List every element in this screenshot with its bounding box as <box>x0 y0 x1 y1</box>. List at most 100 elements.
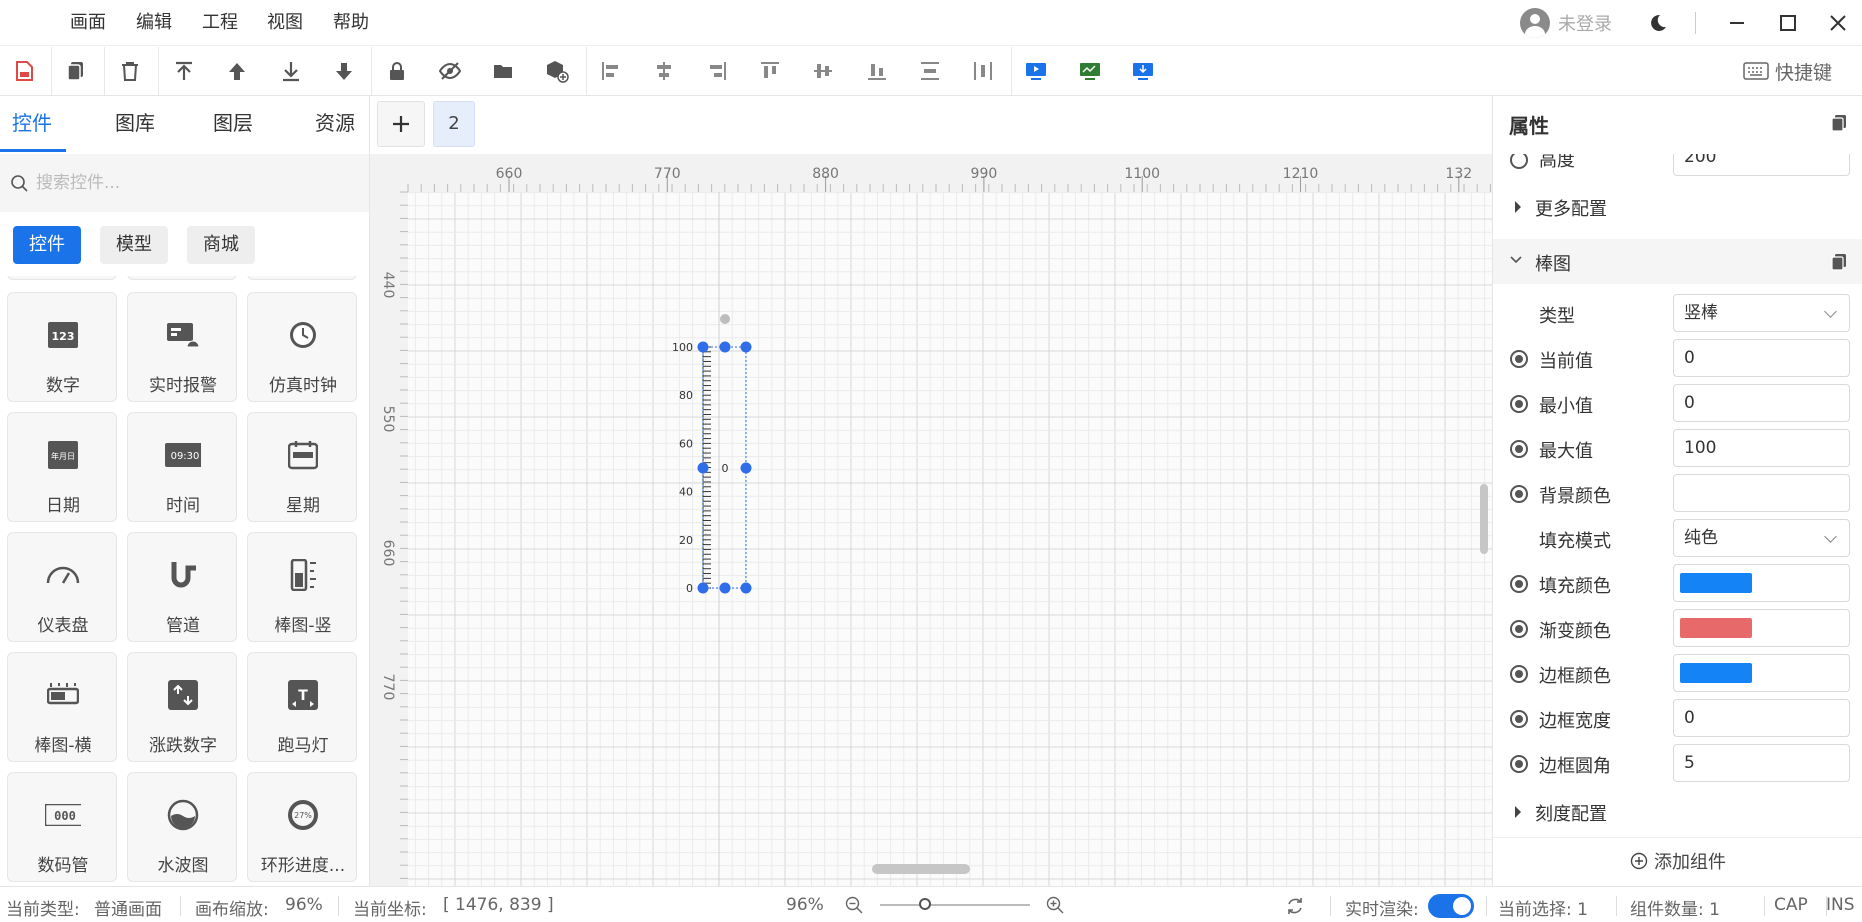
move-up-icon[interactable] <box>222 56 252 86</box>
add-component-button[interactable]: 添加组件 <box>1493 837 1862 883</box>
zoom-in-icon[interactable] <box>1046 896 1064 914</box>
property-input[interactable]: 100 <box>1673 429 1850 467</box>
close-icon[interactable] <box>1823 8 1853 38</box>
property-input[interactable]: 0 <box>1673 699 1850 737</box>
resize-handle[interactable] <box>740 462 752 474</box>
refresh-icon[interactable] <box>1285 896 1305 916</box>
resize-handle[interactable] <box>719 341 731 353</box>
tab-gallery[interactable]: 图库 <box>115 96 155 152</box>
horizontal-scrollbar[interactable] <box>872 864 970 874</box>
folder-icon[interactable] <box>488 56 518 86</box>
hide-icon[interactable] <box>435 56 465 86</box>
radio-icon[interactable] <box>1510 620 1528 638</box>
align-center-h-icon[interactable] <box>649 56 679 86</box>
zoom-out-icon[interactable] <box>845 896 863 914</box>
height-input[interactable]: 200 <box>1673 154 1850 176</box>
save-icon[interactable] <box>9 56 39 86</box>
radio-icon[interactable] <box>1510 485 1528 503</box>
widget-card[interactable]: 123 数字 <box>7 292 117 402</box>
widget-card[interactable]: 仪表盘 <box>7 532 117 642</box>
widget-card[interactable]: 棒图-横 <box>7 652 117 762</box>
widget-card[interactable]: 09:30 时间 <box>127 412 237 522</box>
property-input[interactable]: 0 <box>1673 339 1850 377</box>
download-screen-icon[interactable] <box>1128 56 1158 86</box>
widget-card[interactable]: T 跑马灯 <box>247 652 357 762</box>
radio-icon[interactable] <box>1510 350 1528 368</box>
widget-card[interactable]: 涨跌数字 <box>127 652 237 762</box>
property-input[interactable]: 0 <box>1673 384 1850 422</box>
resize-handle[interactable] <box>740 341 752 353</box>
zoom-slider-knob[interactable] <box>919 898 931 910</box>
widget-card[interactable]: 棒图-竖 <box>247 532 357 642</box>
scale-config-section[interactable]: 刻度配置 <box>1493 789 1862 834</box>
chip-controls[interactable]: 控件 <box>13 226 81 264</box>
widget-card[interactable]: 年月日 日期 <box>7 412 117 522</box>
align-top-icon[interactable] <box>755 56 785 86</box>
radio-icon[interactable] <box>1510 710 1528 728</box>
delete-icon[interactable] <box>115 56 145 86</box>
widget-card[interactable]: 水波图 <box>127 772 237 882</box>
align-bottom-icon[interactable] <box>862 56 892 86</box>
resize-handle[interactable] <box>697 582 709 594</box>
chip-store[interactable]: 商城 <box>187 226 255 264</box>
radio-icon[interactable] <box>1510 440 1528 458</box>
widget-card[interactable]: 27% 环形进度... <box>247 772 357 882</box>
color-picker[interactable] <box>1673 564 1850 602</box>
hotkey-button[interactable]: 快捷键 <box>1743 55 1832 87</box>
move-down-icon[interactable] <box>329 56 359 86</box>
color-picker[interactable] <box>1673 609 1850 647</box>
realtime-render-toggle[interactable] <box>1428 894 1474 918</box>
property-input[interactable]: 5 <box>1673 744 1850 782</box>
radio-icon[interactable] <box>1510 154 1528 169</box>
bar-section-header[interactable]: 棒图 <box>1493 239 1862 284</box>
minimize-icon[interactable] <box>1722 8 1752 38</box>
align-right-icon[interactable] <box>702 56 732 86</box>
distribute-vertical-icon[interactable] <box>915 56 945 86</box>
dark-mode-icon[interactable] <box>1643 8 1673 38</box>
resize-handle[interactable] <box>697 341 709 353</box>
align-left-icon[interactable] <box>596 56 626 86</box>
add-component-icon[interactable] <box>542 56 572 86</box>
user-login[interactable]: 未登录 <box>1520 7 1612 39</box>
menu-picture[interactable]: 画面 <box>70 0 106 46</box>
menu-project[interactable]: 工程 <box>202 0 238 46</box>
copy-icon[interactable] <box>1831 114 1847 132</box>
menu-help[interactable]: 帮助 <box>333 0 369 46</box>
widget-card[interactable]: 000 数码管 <box>7 772 117 882</box>
menu-view[interactable]: 视图 <box>267 0 303 46</box>
copy-icon[interactable] <box>1831 253 1847 271</box>
search-input[interactable] <box>36 173 336 193</box>
color-picker[interactable] <box>1673 654 1850 692</box>
chip-models[interactable]: 模型 <box>100 226 168 264</box>
page-tab[interactable]: 2 <box>433 101 475 147</box>
vertical-scrollbar[interactable] <box>1480 484 1488 554</box>
widget-card[interactable]: 仿真时钟 <box>247 292 357 402</box>
tab-resources[interactable]: 资源 <box>315 96 355 152</box>
widget-card[interactable]: 实时报警 <box>127 292 237 402</box>
property-input[interactable] <box>1673 474 1850 512</box>
align-middle-v-icon[interactable] <box>808 56 838 86</box>
resize-handle[interactable] <box>697 462 709 474</box>
property-select[interactable]: 竖棒 <box>1673 294 1850 332</box>
radio-icon[interactable] <box>1510 755 1528 773</box>
bring-to-top-icon[interactable] <box>169 56 199 86</box>
zoom-slider[interactable] <box>880 898 1030 910</box>
lock-icon[interactable] <box>382 56 412 86</box>
radio-icon[interactable] <box>1510 395 1528 413</box>
widget-card[interactable]: 星期 <box>247 412 357 522</box>
tab-controls[interactable]: 控件 <box>0 96 66 152</box>
preview-icon[interactable] <box>1021 56 1051 86</box>
resize-handle[interactable] <box>719 582 731 594</box>
menu-edit[interactable]: 编辑 <box>136 0 172 46</box>
distribute-horizontal-icon[interactable] <box>968 56 998 86</box>
copy-icon[interactable] <box>61 56 91 86</box>
property-select[interactable]: 纯色 <box>1673 519 1850 557</box>
more-config-section[interactable]: 更多配置 <box>1493 184 1862 229</box>
add-page-button[interactable] <box>377 101 425 147</box>
widget-card[interactable]: 管道 <box>127 532 237 642</box>
send-to-bottom-icon[interactable] <box>276 56 306 86</box>
radio-icon[interactable] <box>1510 575 1528 593</box>
radio-icon[interactable] <box>1510 665 1528 683</box>
monitor-chart-icon[interactable] <box>1075 56 1105 86</box>
canvas-area[interactable]: 660 770 880 990 1100 1210 132 440 550 660 770 100 80… <box>370 154 1492 886</box>
